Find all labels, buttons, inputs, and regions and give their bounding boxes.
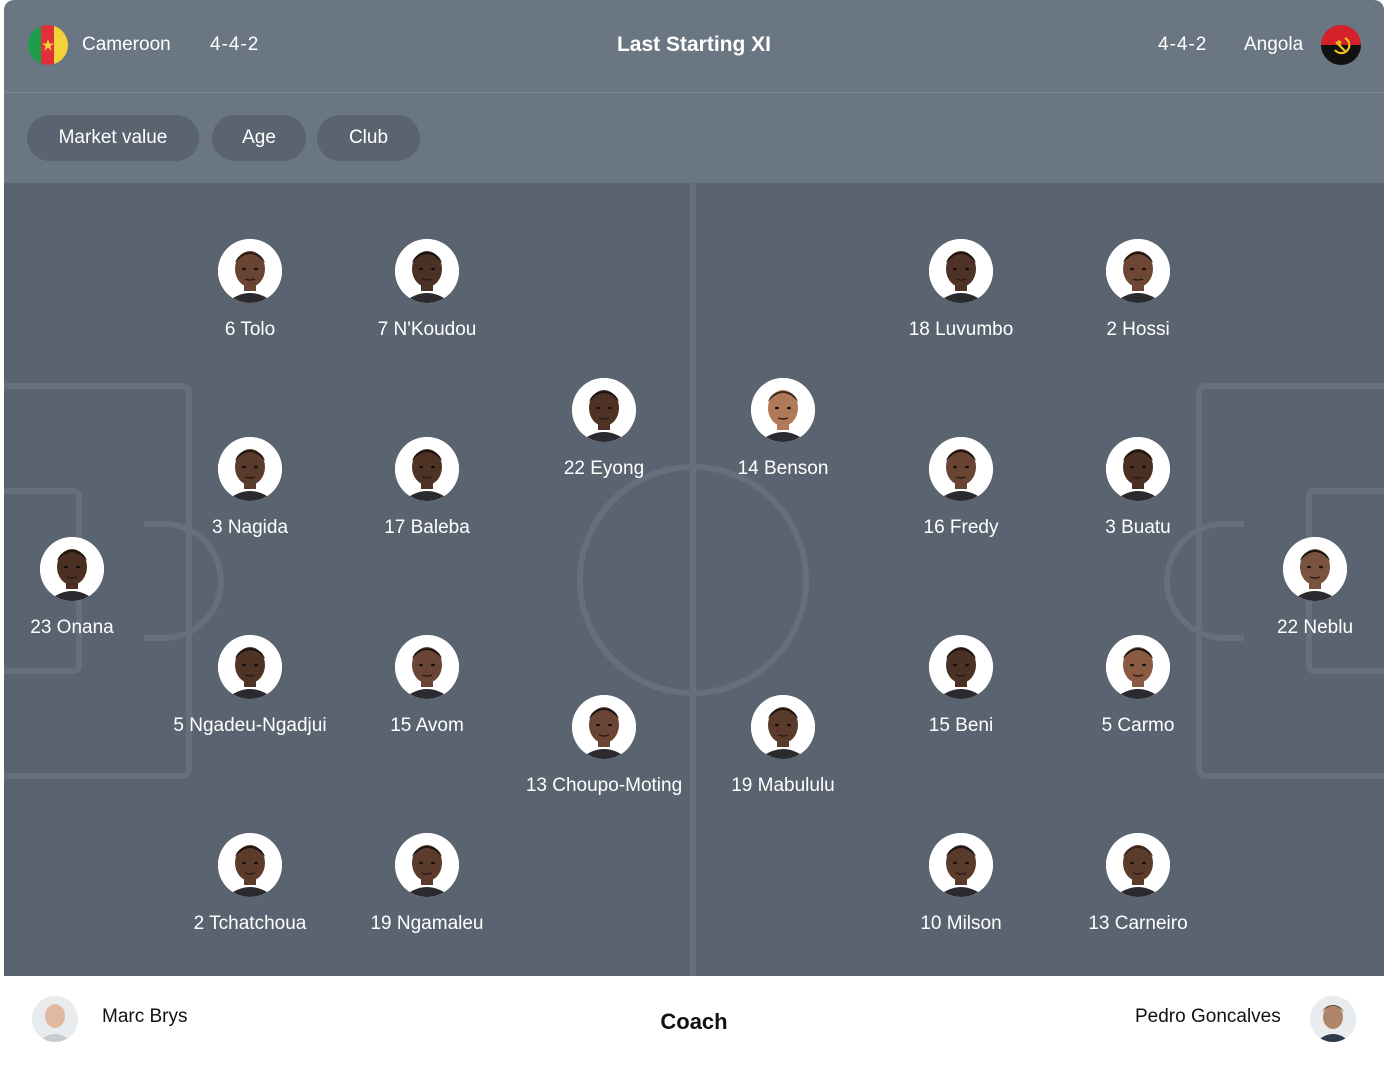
- away-player-card[interactable]: 14 Benson: [673, 378, 893, 498]
- player-name[interactable]: 7 N'Koudou: [317, 319, 537, 341]
- coach-footer: Marc Brys Coach Pedro Goncalves: [4, 976, 1384, 1067]
- away-player-card[interactable]: 19 Mabululu: [673, 695, 893, 815]
- away-team-name: Angola: [1244, 34, 1304, 55]
- player-avatar[interactable]: [40, 537, 104, 601]
- player-avatar[interactable]: [572, 378, 636, 442]
- player-avatar[interactable]: [218, 239, 282, 303]
- home-player-card[interactable]: 7 N'Koudou: [317, 239, 537, 359]
- player-avatar[interactable]: [929, 833, 993, 897]
- age-filter-button[interactable]: Age: [212, 115, 306, 161]
- away-player-card[interactable]: 10 Milson: [851, 833, 1071, 953]
- player-avatar[interactable]: [929, 635, 993, 699]
- center-circle: [577, 464, 809, 696]
- player-avatar[interactable]: [929, 239, 993, 303]
- player-avatar[interactable]: [395, 239, 459, 303]
- player-avatar[interactable]: [751, 378, 815, 442]
- player-avatar[interactable]: [1283, 537, 1347, 601]
- market-value-filter-button[interactable]: Market value: [27, 115, 199, 161]
- player-name[interactable]: 18 Luvumbo: [851, 319, 1071, 341]
- filter-bar: Market value Age Club: [4, 93, 1384, 183]
- player-avatar[interactable]: [751, 695, 815, 759]
- pitch: 23 Onana 3 Nagida 5 Ngadeu-Ngadjui 6 Tolo 2 …: [4, 183, 1384, 976]
- lineup-header: Cameroon 4-4-2 Last Starting XI 4-4-2 An…: [4, 0, 1384, 93]
- away-coach-avatar[interactable]: [1310, 996, 1356, 1042]
- player-name[interactable]: 16 Fredy: [851, 517, 1071, 539]
- away-player-card[interactable]: 18 Luvumbo: [851, 239, 1071, 359]
- away-coach-name[interactable]: Pedro Goncalves: [1135, 1006, 1281, 1028]
- player-avatar[interactable]: [1106, 239, 1170, 303]
- player-avatar[interactable]: [218, 635, 282, 699]
- player-name[interactable]: 17 Baleba: [317, 517, 537, 539]
- player-name[interactable]: 10 Milson: [851, 913, 1071, 935]
- player-avatar[interactable]: [1106, 437, 1170, 501]
- player-avatar[interactable]: [395, 833, 459, 897]
- lineup-card: Cameroon 4-4-2 Last Starting XI 4-4-2 An…: [4, 0, 1384, 1067]
- player-name[interactable]: 19 Mabululu: [673, 775, 893, 797]
- angola-flag-icon: [1321, 25, 1361, 65]
- player-name[interactable]: 19 Ngamaleu: [317, 913, 537, 935]
- player-avatar[interactable]: [572, 695, 636, 759]
- player-avatar[interactable]: [1106, 635, 1170, 699]
- player-avatar[interactable]: [218, 437, 282, 501]
- club-filter-button[interactable]: Club: [317, 115, 420, 161]
- player-avatar[interactable]: [395, 437, 459, 501]
- player-avatar[interactable]: [218, 833, 282, 897]
- player-name[interactable]: 14 Benson: [673, 458, 893, 480]
- player-avatar[interactable]: [929, 437, 993, 501]
- player-avatar[interactable]: [395, 635, 459, 699]
- player-avatar[interactable]: [1106, 833, 1170, 897]
- home-player-card[interactable]: 19 Ngamaleu: [317, 833, 537, 953]
- away-formation: 4-4-2: [1158, 34, 1208, 55]
